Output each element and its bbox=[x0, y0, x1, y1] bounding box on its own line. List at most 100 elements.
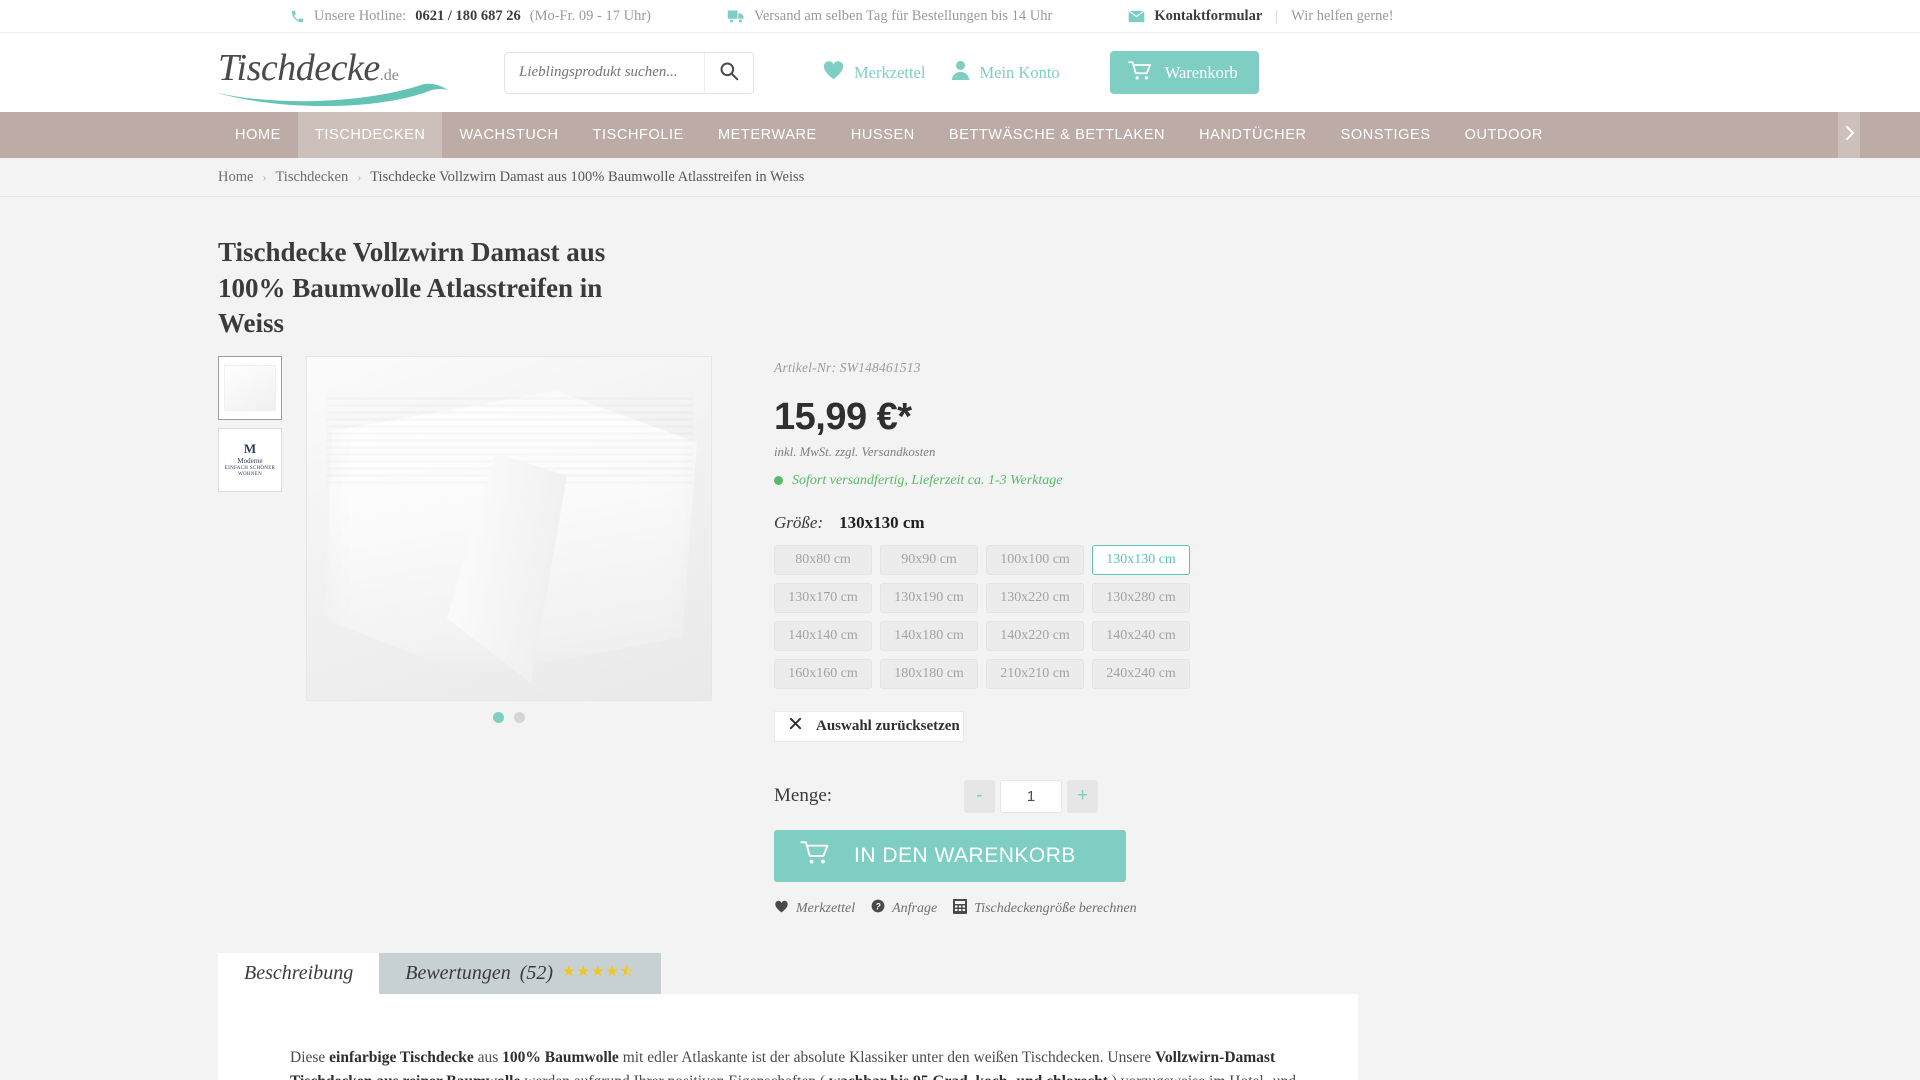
nav-more-button[interactable] bbox=[1838, 112, 1860, 158]
nav-item-tischdecken[interactable]: TISCHDECKEN bbox=[297, 112, 443, 158]
stock-status: Sofort versandfertig, Lieferzeit ca. 1-3… bbox=[774, 473, 1294, 489]
svg-text:?: ? bbox=[875, 902, 881, 912]
tab-panel-beschreibung: Diese einfarbige Tischdecke aus 100% Bau… bbox=[218, 993, 1358, 1080]
search-container bbox=[504, 51, 754, 94]
top-info-bar: Unsere Hotline: 0621 / 180 687 26 (Mo-Fr… bbox=[0, 0, 1920, 33]
phone-icon bbox=[290, 9, 305, 24]
size-option-130x280cm[interactable]: 130x280 cm bbox=[1092, 582, 1190, 613]
quantity-row: Menge: - + bbox=[774, 779, 1294, 813]
add-to-cart-button[interactable]: IN DEN WARENKORB bbox=[774, 829, 1126, 882]
size-option-180x180cm[interactable]: 180x180 cm bbox=[880, 658, 978, 689]
quantity-input[interactable] bbox=[1000, 779, 1062, 813]
nav-item-sonstiges[interactable]: SONSTIGES bbox=[1324, 112, 1448, 158]
article-number: Artikel-Nr: SW148461513 bbox=[774, 359, 921, 375]
quantity-increase-button[interactable]: + bbox=[1067, 779, 1098, 813]
size-option-90x90cm[interactable]: 90x90 cm bbox=[880, 544, 978, 575]
chevron-right-icon bbox=[1844, 125, 1855, 146]
nav-item-wachstuch[interactable]: WACHSTUCH bbox=[442, 112, 575, 158]
shipping-note: Versand am selben Tag für Bestellungen b… bbox=[753, 7, 1053, 24]
product-main-image[interactable] bbox=[306, 355, 712, 701]
quantity-stepper: - + bbox=[964, 779, 1098, 813]
size-option-130x190cm[interactable]: 130x190 cm bbox=[880, 582, 978, 613]
header-actions: Merkzettel Mein Konto Warenkorb bbox=[822, 51, 1259, 94]
mail-icon bbox=[1128, 9, 1145, 23]
thumbnail-brand-badge[interactable]: M Moderne EINFACH SCHÖNER WOHNEN bbox=[218, 427, 282, 492]
account-link[interactable]: Mein Konto bbox=[951, 60, 1060, 85]
reset-selection-button[interactable]: Auswahl zurücksetzen bbox=[774, 710, 964, 742]
nav-item-home[interactable]: HOME bbox=[218, 112, 298, 158]
main-navigation: HOME TISCHDECKEN WACHSTUCH TISCHFOLIE METERW… bbox=[0, 112, 1920, 158]
account-label: Mein Konto bbox=[979, 62, 1060, 82]
hotline-info: Unsere Hotline: 0621 / 180 687 26 (Mo-Fr… bbox=[290, 8, 651, 25]
search-button[interactable] bbox=[704, 52, 752, 93]
wishlist-action[interactable]: Merkzettel bbox=[774, 900, 855, 918]
site-logo[interactable]: Tischdecke.de bbox=[214, 40, 453, 106]
breadcrumb-link-0[interactable]: Home bbox=[218, 169, 253, 186]
contact-info[interactable]: Kontaktformular | Wir helfen gerne! bbox=[1128, 7, 1394, 25]
site-header: Tischdecke.de Lieblingsprodukt suchen...… bbox=[0, 33, 1920, 112]
gallery-dots bbox=[306, 711, 712, 723]
size-option-130x220cm[interactable]: 130x220 cm bbox=[986, 582, 1084, 613]
size-option-140x180cm[interactable]: 140x180 cm bbox=[880, 620, 978, 651]
hotline-label: Unsere Hotline: bbox=[314, 7, 407, 24]
size-option-210x210cm[interactable]: 210x210 cm bbox=[986, 658, 1084, 689]
breadcrumb-band: Home › Tischdecken › Tischdecke Vollzwirn Da… bbox=[0, 158, 1920, 197]
contact-link[interactable]: Kontaktformular bbox=[1154, 8, 1262, 25]
breadcrumb-link-1[interactable]: Tischdecken bbox=[275, 169, 348, 186]
nav-item-tischfolie[interactable]: TISCHFOLIE bbox=[576, 112, 701, 158]
quantity-label: Menge: bbox=[774, 785, 833, 807]
nav-item-bettw-sche-bettlaken[interactable]: BETTWÄSCHE & BETTLAKEN bbox=[932, 112, 1182, 158]
tab-bewertungen-count: (52) bbox=[519, 961, 554, 984]
heart-icon bbox=[774, 900, 789, 918]
gallery-dot-2[interactable] bbox=[514, 711, 525, 723]
size-option-grid: 80x80 cm 90x90 cm 100x100 cm 130x130 cm 130x… bbox=[774, 544, 1294, 689]
size-option-80x80cm[interactable]: 80x80 cm bbox=[774, 544, 872, 575]
tab-bewertungen-label: Bewertungen bbox=[405, 961, 511, 984]
contact-separator: | bbox=[1275, 7, 1279, 24]
gallery-dot-1[interactable] bbox=[493, 711, 504, 723]
wishlist-link[interactable]: Merkzettel bbox=[822, 60, 925, 85]
inquiry-action[interactable]: ? Anfrage bbox=[871, 899, 937, 918]
breadcrumb-current: Tischdecke Vollzwirn Damast aus 100% Bau… bbox=[370, 168, 805, 185]
size-option-140x140cm[interactable]: 140x140 cm bbox=[774, 620, 872, 651]
inquiry-action-label: Anfrage bbox=[892, 900, 938, 916]
size-option-130x130cm[interactable]: 130x130 cm bbox=[1092, 544, 1190, 575]
size-option-100x100cm[interactable]: 100x100 cm bbox=[986, 544, 1084, 575]
nav-item-handt-cher[interactable]: HANDTÜCHER bbox=[1182, 112, 1324, 158]
nav-item-hussen[interactable]: HUSSEN bbox=[834, 112, 932, 158]
tab-beschreibung[interactable]: Beschreibung bbox=[218, 952, 380, 994]
badge-name: Moderne bbox=[237, 457, 263, 466]
thumbnail-product-photo[interactable] bbox=[218, 355, 282, 420]
size-label: Größe: bbox=[774, 512, 824, 532]
hotline-hours: (Mo-Fr. 09 - 17 Uhr) bbox=[529, 7, 651, 24]
thumbnail-list: M Moderne EINFACH SCHÖNER WOHNEN bbox=[218, 355, 282, 919]
shipping-info: Versand am selben Tag für Bestellungen b… bbox=[727, 8, 1052, 25]
hotline-number[interactable]: 0621 / 180 687 26 bbox=[415, 8, 521, 25]
quantity-decrease-button[interactable]: - bbox=[964, 779, 995, 813]
product-info: Artikel-Nr: SW148461513 15,99 €* inkl. M… bbox=[774, 356, 1294, 919]
stock-dot-icon bbox=[774, 476, 783, 486]
nav-item-meterware[interactable]: METERWARE bbox=[701, 112, 834, 158]
size-option-140x220cm[interactable]: 140x220 cm bbox=[986, 620, 1084, 651]
question-icon: ? bbox=[871, 899, 885, 918]
size-option-240x240cm[interactable]: 240x240 cm bbox=[1092, 658, 1190, 689]
breadcrumb: Home › Tischdecken › Tischdecke Vollzwirn Da… bbox=[210, 158, 1710, 196]
product-price: 15,99 €* bbox=[774, 395, 912, 438]
size-calculator-label: Tischdeckengröße berechnen bbox=[974, 900, 1137, 916]
size-option-130x170cm[interactable]: 130x170 cm bbox=[774, 582, 872, 613]
logo-swoosh-icon bbox=[214, 83, 448, 106]
search-input[interactable] bbox=[519, 64, 704, 81]
size-option-160x160cm[interactable]: 160x160 cm bbox=[774, 658, 872, 689]
cart-icon bbox=[800, 840, 830, 871]
wishlist-action-label: Merkzettel bbox=[796, 900, 856, 916]
user-icon bbox=[951, 60, 970, 85]
tab-list: Beschreibung Bewertungen (52) ★★★★⯪ bbox=[218, 952, 1358, 994]
tab-bewertungen[interactable]: Bewertungen (52) ★★★★⯪ bbox=[379, 952, 662, 994]
secondary-actions: Merkzettel ? Anfrage Tischdeckengröße be… bbox=[774, 898, 1294, 919]
description-paragraph-1: Diese einfarbige Tischdecke aus 100% Bau… bbox=[290, 1048, 1296, 1080]
heart-icon bbox=[822, 60, 845, 85]
size-option-140x240cm[interactable]: 140x240 cm bbox=[1092, 620, 1190, 651]
cart-button[interactable]: Warenkorb bbox=[1109, 51, 1259, 94]
size-calculator-action[interactable]: Tischdeckengröße berechnen bbox=[953, 898, 1137, 919]
nav-item-outdoor[interactable]: OUTDOOR bbox=[1448, 112, 1560, 158]
